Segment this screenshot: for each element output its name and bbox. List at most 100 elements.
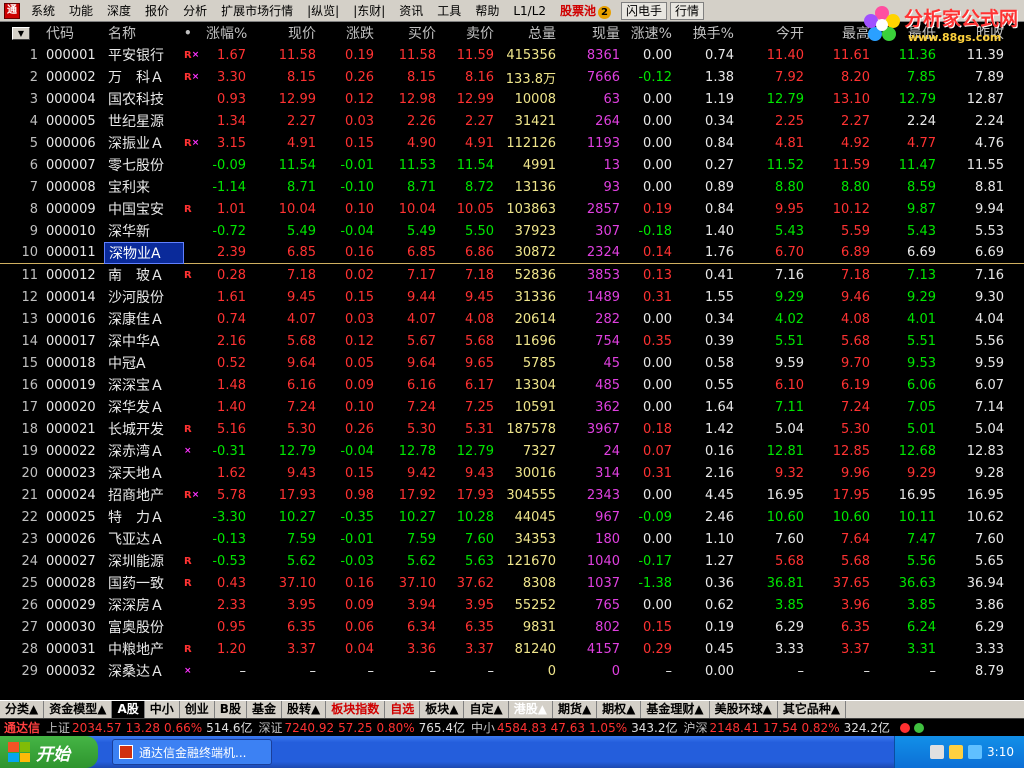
tab-item[interactable]: 基金 bbox=[247, 701, 282, 718]
tab-item[interactable]: 板块▲ bbox=[420, 701, 465, 718]
tab-item[interactable]: 自选 bbox=[385, 701, 421, 718]
cell-name[interactable]: 南 玻Ａ bbox=[104, 265, 184, 285]
tab-item[interactable]: 港股▲ bbox=[509, 701, 553, 718]
menu-item[interactable]: L1/L2 bbox=[506, 0, 553, 22]
tab-item[interactable]: 股转▲ bbox=[282, 701, 327, 718]
app-icon[interactable]: 通 bbox=[4, 2, 20, 19]
ime-icon[interactable] bbox=[968, 745, 983, 759]
cell-name[interactable]: 深中华A bbox=[104, 331, 184, 351]
header-speed[interactable]: 涨速% bbox=[624, 23, 676, 43]
cell-name[interactable]: 深华发Ａ bbox=[104, 397, 184, 417]
menu-item[interactable]: |东财| bbox=[346, 0, 392, 22]
volume-icon[interactable] bbox=[949, 745, 964, 759]
table-row[interactable]: 26 000029 深深房Ａ 2.33 3.95 0.09 3.94 3.95 55252 765… bbox=[0, 594, 1024, 616]
menu-item[interactable]: 功能 bbox=[62, 0, 100, 22]
table-row[interactable]: 17 000020 深华发Ａ 1.40 7.24 0.10 7.24 7.25 10591 362… bbox=[0, 396, 1024, 418]
cell-name[interactable]: 国药一致 bbox=[104, 573, 184, 593]
table-row[interactable]: 4 000005 世纪星源 1.34 2.27 0.03 2.26 2.27 31421 264 0… bbox=[0, 110, 1024, 132]
tab-item[interactable]: 期权▲ bbox=[597, 701, 642, 718]
tab-item[interactable]: 板块指数 bbox=[326, 701, 386, 718]
header-current-volume[interactable]: 现量 bbox=[560, 23, 624, 43]
header-price[interactable]: 现价 bbox=[250, 23, 320, 43]
tab-item[interactable]: 分类▲ bbox=[0, 701, 45, 718]
menu-item[interactable]: |纵览| bbox=[300, 0, 346, 22]
header-open[interactable]: 今开 bbox=[738, 23, 808, 43]
header-change[interactable]: 涨跌 bbox=[320, 23, 378, 43]
cell-name[interactable]: 长城开发 bbox=[104, 419, 184, 439]
table-row[interactable]: 3 000004 国农科技 0.93 12.99 0.12 12.98 12.99 10008 6… bbox=[0, 88, 1024, 110]
tab-item[interactable]: 资金模型▲ bbox=[44, 701, 113, 718]
cell-name[interactable]: 国农科技 bbox=[104, 89, 184, 109]
tab-item[interactable]: B股 bbox=[215, 701, 247, 718]
table-row[interactable]: 22 000025 特 力Ａ -3.30 10.27 -0.35 10.27 10.28 440… bbox=[0, 506, 1024, 528]
taskbar-app-button[interactable]: 通达信金融终端机... bbox=[112, 739, 272, 765]
cell-name[interactable]: 特 力Ａ bbox=[104, 507, 184, 527]
table-row[interactable]: 1 000001 平安银行 R× 1.67 11.58 0.19 11.58 11.59 4153… bbox=[0, 44, 1024, 66]
hs-index-value[interactable]: 2148.41 bbox=[709, 721, 759, 735]
cell-name[interactable]: 零七股份 bbox=[104, 155, 184, 175]
table-row[interactable]: 20 000023 深天地Ａ 1.62 9.43 0.15 9.42 9.43 30016 314… bbox=[0, 462, 1024, 484]
cell-name[interactable]: 深天地Ａ bbox=[104, 463, 184, 483]
cell-name[interactable]: 深圳能源 bbox=[104, 551, 184, 571]
tab-item[interactable]: 其它品种▲ bbox=[778, 701, 847, 718]
table-row[interactable]: 18 000021 长城开发 R 5.16 5.30 0.26 5.30 5.31 187578 3… bbox=[0, 418, 1024, 440]
header-pct[interactable]: 涨幅% bbox=[206, 23, 250, 43]
flash-trade-button[interactable]: 闪电手 bbox=[621, 1, 668, 20]
cell-name[interactable]: 深物业A bbox=[104, 241, 184, 264]
quote-button[interactable]: 行情 bbox=[670, 1, 705, 20]
cell-name[interactable]: 深康佳Ａ bbox=[104, 309, 184, 329]
menu-item[interactable]: 扩展市场行情 bbox=[214, 0, 300, 22]
zx-index-value[interactable]: 4584.83 bbox=[497, 721, 547, 735]
menu-item[interactable]: 工具 bbox=[430, 0, 468, 22]
start-button[interactable]: 开始 bbox=[0, 736, 98, 768]
tab-item[interactable]: 创业 bbox=[180, 701, 215, 718]
header-volume[interactable]: 总量 bbox=[498, 23, 560, 43]
cell-name[interactable]: 宝利来 bbox=[104, 177, 184, 197]
table-row[interactable]: 6 000007 零七股份 -0.09 11.54 -0.01 11.53 11.54 4991… bbox=[0, 154, 1024, 176]
cell-name[interactable]: 深深宝Ａ bbox=[104, 375, 184, 395]
network-icon[interactable] bbox=[930, 745, 945, 759]
table-row[interactable]: 24 000027 深圳能源 R -0.53 5.62 -0.03 5.62 5.63 12167… bbox=[0, 550, 1024, 572]
table-row[interactable]: 9 000010 深华新 -0.72 5.49 -0.04 5.49 5.50 37923 307… bbox=[0, 220, 1024, 242]
menu-item[interactable]: 深度 bbox=[100, 0, 138, 22]
menu-item[interactable]: 资讯 bbox=[392, 0, 430, 22]
table-row[interactable]: 25 000028 国药一致 R 0.43 37.10 0.16 37.10 37.62 8308… bbox=[0, 572, 1024, 594]
table-row[interactable]: 28 000031 中粮地产 R 1.20 3.37 0.04 3.36 3.37 81240 41… bbox=[0, 638, 1024, 660]
header-bid[interactable]: 买价 bbox=[378, 23, 440, 43]
tab-item[interactable]: A股 bbox=[112, 701, 145, 718]
table-row[interactable]: 2 000002 万 科Ａ R× 3.30 8.15 0.26 8.15 8.16 133.8万 7… bbox=[0, 66, 1024, 88]
table-row[interactable]: 15 000018 中冠A 0.52 9.64 0.05 9.64 9.65 5785 45 0.0… bbox=[0, 352, 1024, 374]
sh-index-value[interactable]: 2034.57 bbox=[72, 721, 122, 735]
cell-name[interactable]: 招商地产 bbox=[104, 485, 184, 505]
cell-name[interactable]: 世纪星源 bbox=[104, 111, 184, 131]
table-row[interactable]: 7 000008 宝利来 -1.14 8.71 -0.10 8.71 8.72 13136 93 0… bbox=[0, 176, 1024, 198]
cell-name[interactable]: 飞亚达Ａ bbox=[104, 529, 184, 549]
table-row[interactable]: 10 000011 深物业A 2.39 6.85 0.16 6.85 6.86 30872 232… bbox=[0, 241, 1024, 264]
sz-index-value[interactable]: 7240.92 bbox=[285, 721, 335, 735]
table-row[interactable]: 19 000022 深赤湾Ａ × -0.31 12.79 -0.04 12.78 12.79 73… bbox=[0, 440, 1024, 462]
alert-icon[interactable] bbox=[899, 722, 910, 733]
table-row[interactable]: 27 000030 富奥股份 0.95 6.35 0.06 6.34 6.35 9831 802 0… bbox=[0, 616, 1024, 638]
menu-item[interactable]: 分析 bbox=[176, 0, 214, 22]
header-ask[interactable]: 卖价 bbox=[440, 23, 498, 43]
table-row[interactable]: 13 000016 深康佳Ａ 0.74 4.07 0.03 4.07 4.08 20614 282… bbox=[0, 308, 1024, 330]
table-row[interactable]: 14 000017 深中华A 2.16 5.68 0.12 5.67 5.68 11696 754… bbox=[0, 330, 1024, 352]
table-row[interactable]: 12 000014 沙河股份 1.61 9.45 0.15 9.44 9.45 31336 148… bbox=[0, 286, 1024, 308]
cell-name[interactable]: 平安银行 bbox=[104, 45, 184, 65]
cell-name[interactable]: 深华新 bbox=[104, 221, 184, 241]
column-menu-icon[interactable]: ▼ bbox=[12, 26, 30, 40]
menu-item[interactable]: 系统 bbox=[24, 0, 62, 22]
header-name[interactable]: 名称 bbox=[104, 23, 184, 43]
table-row[interactable]: 16 000019 深深宝Ａ 1.48 6.16 0.09 6.16 6.17 13304 485… bbox=[0, 374, 1024, 396]
tab-item[interactable]: 期货▲ bbox=[553, 701, 598, 718]
connection-icon[interactable] bbox=[913, 722, 924, 733]
table-row[interactable]: 8 000009 中国宝安 R 1.01 10.04 0.10 10.04 10.05 10386… bbox=[0, 198, 1024, 220]
clock[interactable]: 3:10 bbox=[987, 745, 1014, 759]
cell-name[interactable]: 富奥股份 bbox=[104, 617, 184, 637]
tab-item[interactable]: 中小 bbox=[145, 701, 180, 718]
table-row[interactable]: 5 000006 深振业Ａ R× 3.15 4.91 0.15 4.90 4.91 112126 1… bbox=[0, 132, 1024, 154]
table-row[interactable]: 11 000012 南 玻Ａ R 0.28 7.18 0.02 7.17 7.18 52836 38… bbox=[0, 264, 1024, 286]
tab-item[interactable]: 自定▲ bbox=[464, 701, 509, 718]
tab-item[interactable]: 美股环球▲ bbox=[710, 701, 778, 718]
cell-name[interactable]: 深赤湾Ａ bbox=[104, 441, 184, 461]
